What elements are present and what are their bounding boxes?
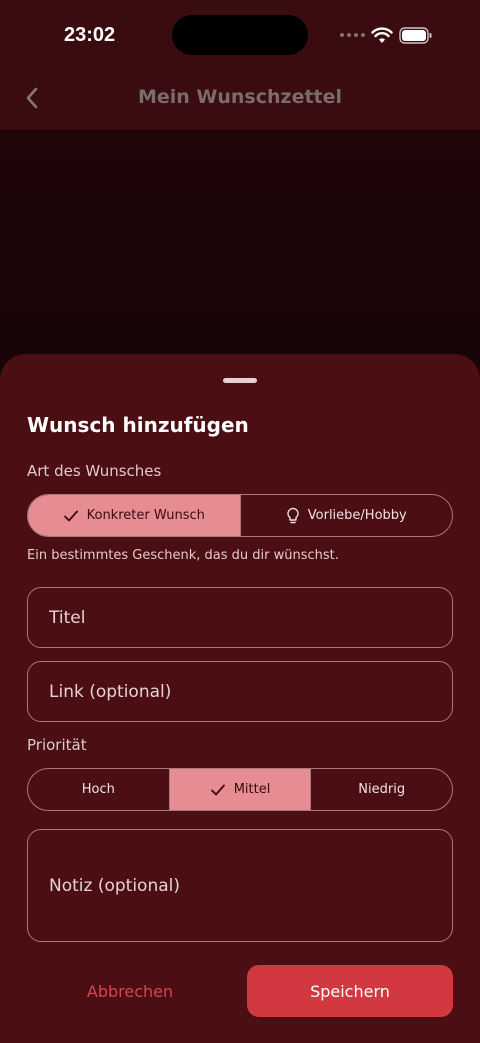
cancel-button[interactable]: Abbrechen [27, 965, 233, 1017]
wish-type-hint: Ein bestimmtes Geschenk, das du dir wüns… [27, 548, 339, 563]
wish-type-selector: Konkreter Wunsch Vorliebe/Hobby [27, 494, 453, 537]
wish-type-concrete-label: Konkreter Wunsch [86, 508, 205, 523]
title-field[interactable] [27, 587, 453, 648]
wish-type-concrete[interactable]: Konkreter Wunsch [28, 495, 241, 536]
wish-type-hobby[interactable]: Vorliebe/Hobby [241, 495, 453, 536]
check-icon [210, 784, 225, 795]
add-wish-sheet: Wunsch hinzufügen Art des Wunsches Konkr… [0, 354, 480, 1043]
wish-type-label: Art des Wunsches [27, 462, 162, 480]
page-title: Mein Wunschzettel [137, 86, 343, 108]
priority-high-label: Hoch [81, 782, 115, 797]
priority-high[interactable]: Hoch [28, 769, 170, 810]
check-icon [63, 510, 78, 521]
priority-low[interactable]: Niedrig [311, 769, 452, 810]
battery-icon [399, 26, 432, 44]
signal-icon [340, 33, 365, 37]
modal-backdrop[interactable] [0, 130, 480, 370]
wifi-icon [371, 26, 393, 43]
wish-type-hobby-label: Vorliebe/Hobby [307, 508, 407, 523]
priority-medium[interactable]: Mittel [169, 769, 312, 810]
note-field[interactable] [27, 829, 453, 942]
app-header: 23:02 Mein Wunschzettel [0, 0, 480, 130]
dynamic-island [172, 15, 308, 55]
drag-handle[interactable] [223, 378, 257, 383]
status-time: 23:02 [64, 24, 116, 46]
priority-selector: Hoch Mittel Niedrig [27, 768, 453, 811]
link-field[interactable] [27, 661, 453, 722]
title-input[interactable] [49, 607, 452, 628]
priority-medium-label: Mittel [233, 782, 271, 797]
save-button[interactable]: Speichern [247, 965, 453, 1017]
lightbulb-icon [287, 507, 299, 523]
note-input[interactable] [49, 875, 452, 896]
priority-label: Priorität [27, 736, 87, 754]
status-icons [340, 24, 433, 46]
link-input[interactable] [49, 681, 452, 702]
priority-low-label: Niedrig [358, 782, 406, 797]
sheet-title: Wunsch hinzufügen [27, 413, 249, 437]
